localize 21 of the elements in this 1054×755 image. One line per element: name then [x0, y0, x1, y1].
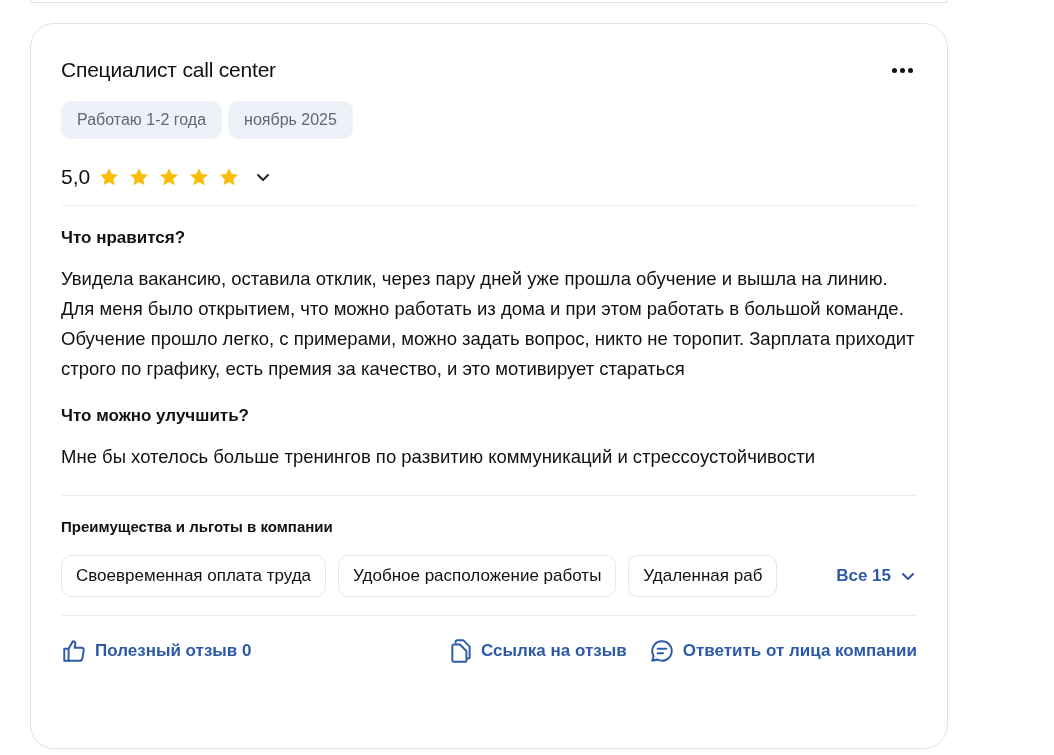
chevron-down-icon [901, 571, 915, 581]
show-all-button[interactable]: Все 15 [826, 566, 917, 586]
review-text: Мне бы хотелось больше тренингов по развитию коммуникаций и стрессоустойчивости [61, 445, 817, 469]
chat-icon [648, 638, 675, 664]
copy-icon [449, 638, 474, 664]
section-heading: Что можно улучшить? [61, 406, 250, 426]
benefit-tag: Удаленная раб [628, 555, 778, 597]
reply-link[interactable]: Ответить от лица компании [648, 638, 917, 664]
section-heading: Что нравится? [61, 228, 187, 248]
review-title: Специалист call center [61, 58, 276, 82]
helpful-link[interactable]: Полезный отзыв 0 [61, 638, 252, 664]
review-text: Увидела вакансию, оставила отклик, через пару дней уже прошла обучение и вышла на линию. Для меня было открытием, что можно работать из дома и при этом работать в большой команде. Обучение прошло легко, с примерами, можно задать вопрос, никто не торопит. Зарплата приходит строго по графику, есть премия за качество, и это мотивирует стараться [61, 267, 916, 381]
chevron-down-icon [256, 172, 271, 182]
thumbs-up-icon [61, 638, 87, 664]
info-tag: ноябрь 2025 [228, 101, 353, 139]
benefit-tag: Удобное расположение работы [338, 555, 617, 597]
rating-value: 5,0 [61, 165, 91, 189]
copy-link[interactable]: Ссылка на отзыв [449, 638, 627, 664]
benefits-heading: Преимущества и льготы в компании [61, 495, 917, 535]
benefit-tag: Своевременная оплата труда [61, 555, 327, 597]
info-tag: Работаю 1-2 года [61, 101, 223, 139]
